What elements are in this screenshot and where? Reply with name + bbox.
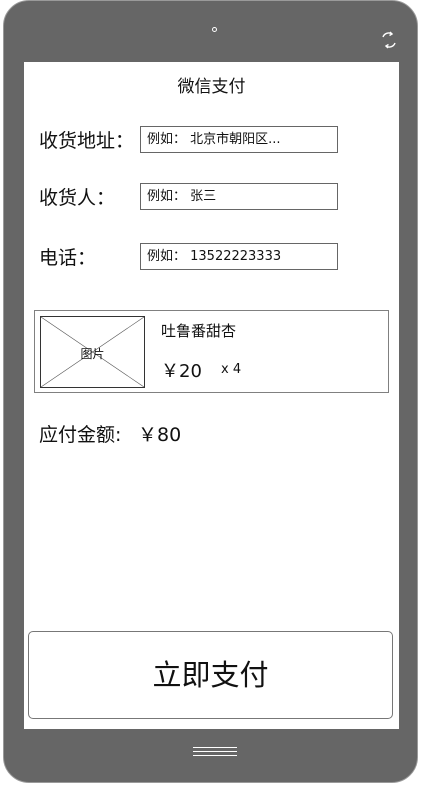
- home-menu-icon[interactable]: [193, 747, 237, 761]
- product-card[interactable]: 图片 吐鲁番甜杏 ￥20 x 4: [34, 310, 389, 393]
- receiver-input[interactable]: 例如： 张三: [140, 183, 338, 210]
- total-value: ￥80: [138, 424, 182, 446]
- product-quantity: x 4: [221, 362, 242, 377]
- total-label: 应付金额:: [39, 424, 122, 446]
- address-input[interactable]: 例如： 北京市朝阳区...: [140, 126, 338, 153]
- pay-now-button[interactable]: 立即支付: [28, 631, 393, 719]
- rotate-icon[interactable]: [379, 31, 399, 49]
- product-price: ￥20: [161, 361, 202, 382]
- product-name: 吐鲁番甜杏: [161, 322, 237, 340]
- phone-input[interactable]: 例如： 13522223333: [140, 243, 338, 270]
- camera-icon: [212, 27, 217, 32]
- image-label: 图片: [80, 347, 105, 361]
- page-title: 微信支付: [177, 77, 246, 97]
- screen: 微信支付 收货地址： 例如： 北京市朝阳区... 收货人： 例如： 张三 电话：…: [24, 62, 399, 729]
- product-image: 图片: [40, 316, 145, 388]
- phone-label: 电话：: [39, 247, 97, 269]
- receiver-label: 收货人：: [39, 187, 116, 209]
- address-label: 收货地址：: [39, 130, 135, 152]
